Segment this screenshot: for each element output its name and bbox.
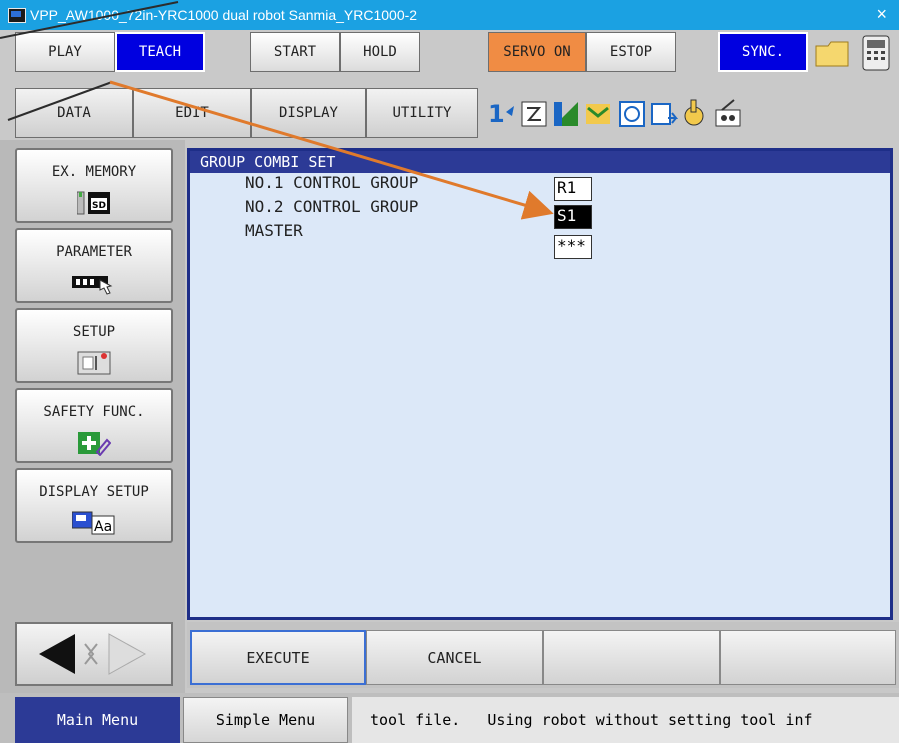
pendant-icon[interactable]	[858, 34, 894, 72]
close-button[interactable]: ×	[876, 4, 887, 25]
no2-control-group-value[interactable]: S1	[554, 205, 592, 229]
hold-button[interactable]: HOLD	[340, 32, 420, 72]
sync-button[interactable]: SYNC.	[718, 32, 808, 72]
coordinate-icon: 1	[488, 100, 514, 128]
simple-menu-button[interactable]: Simple Menu	[183, 697, 348, 743]
setup-label: SETUP	[72, 324, 116, 340]
safety-icon	[77, 430, 112, 460]
setup-button[interactable]: SETUP	[15, 308, 173, 383]
teach-lock-icon	[521, 101, 547, 127]
execute-button[interactable]: EXECUTE	[190, 630, 366, 685]
start-button[interactable]: START	[250, 32, 340, 72]
next-page-icon	[108, 633, 147, 675]
display-setup-label: DISPLAY SETUP	[39, 484, 149, 500]
main-menu-button[interactable]: Main Menu	[15, 697, 180, 743]
ex-memory-button[interactable]: EX. MEMORY SD	[15, 148, 173, 223]
no1-control-group-value[interactable]: R1	[554, 177, 592, 201]
app-icon	[8, 8, 26, 23]
key-icon	[715, 99, 741, 127]
window-title: VPP_AW1000_72in-YRC1000 dual robot Sanmi…	[30, 7, 418, 23]
ex-memory-label: EX. MEMORY	[51, 164, 137, 180]
folder-icon[interactable]	[814, 38, 852, 68]
empty-action-button-2[interactable]	[720, 630, 896, 685]
page-toggle-icon	[84, 643, 98, 665]
cancel-button[interactable]: CANCEL	[366, 630, 543, 685]
master-value[interactable]: ***	[554, 235, 592, 259]
utility-menu[interactable]: UTILITY	[366, 88, 478, 138]
row-label-no1: NO.1 CONTROL GROUP	[245, 173, 419, 192]
display-menu[interactable]: DISPLAY	[251, 88, 366, 138]
teach-button[interactable]: TEACH	[115, 32, 205, 72]
page-nav	[15, 622, 173, 686]
svg-text:1: 1	[488, 100, 505, 128]
content-header: GROUP COMBI SET	[190, 151, 890, 173]
play-button[interactable]: PLAY	[15, 32, 115, 72]
svg-text:Aa: Aa	[94, 519, 112, 535]
estop-button[interactable]: ESTOP	[586, 32, 676, 72]
parameter-button[interactable]: PARAMETER	[15, 228, 173, 303]
group-combi-set-panel: GROUP COMBI SET NO.1 CONTROL GROUP NO.2 …	[187, 148, 893, 620]
previous-page-icon	[39, 634, 75, 674]
setup-icon	[77, 350, 111, 380]
level-icon	[554, 102, 578, 126]
data-menu[interactable]: DATA	[15, 88, 133, 138]
edit-menu[interactable]: EDIT	[133, 88, 251, 138]
window-title-bar: VPP_AW1000_72in-YRC1000 dual robot Sanmi…	[0, 0, 899, 30]
servo-on-button[interactable]: SERVO ON	[488, 32, 586, 72]
job-icon	[619, 101, 645, 127]
status-icon-bar: 1	[482, 88, 899, 138]
parameter-icon	[70, 270, 118, 300]
sd-card-icon: SD	[76, 190, 111, 220]
safety-func-button[interactable]: SAFETY FUNC.	[15, 388, 173, 463]
row-label-master: MASTER	[245, 221, 303, 240]
display-setup-button[interactable]: DISPLAY SETUP Aa	[15, 468, 173, 543]
robot-icon	[586, 104, 610, 124]
empty-action-button-1[interactable]	[543, 630, 720, 685]
page-title: GROUP COMBI SET	[200, 153, 336, 171]
parameter-label: PARAMETER	[56, 244, 132, 260]
row-label-no2: NO.2 CONTROL GROUP	[245, 197, 419, 216]
display-setup-icon: Aa	[71, 510, 116, 540]
safety-func-label: SAFETY FUNC.	[43, 404, 145, 420]
output-icon	[651, 103, 679, 125]
hand-icon	[684, 99, 704, 126]
message-line: tool file. Using robot without setting t…	[352, 697, 899, 743]
svg-text:SD: SD	[92, 201, 106, 211]
